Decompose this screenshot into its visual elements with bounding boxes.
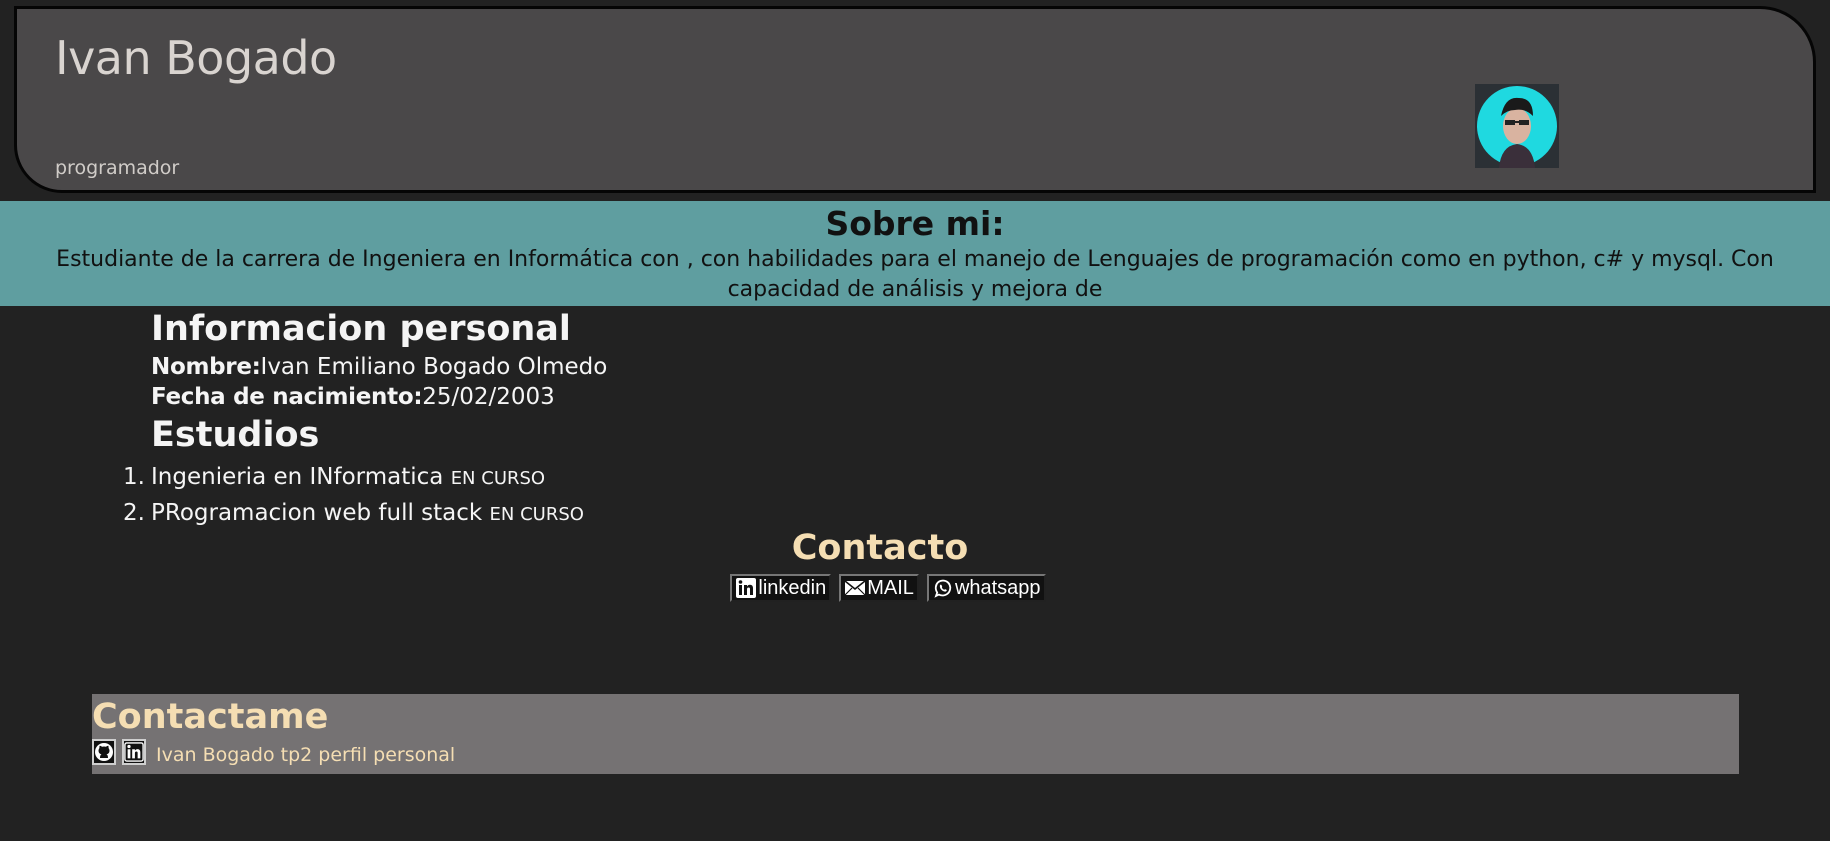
- linkedin-button[interactable]: linkedin: [730, 574, 832, 602]
- whatsapp-button-label: whatsapp: [954, 576, 1041, 599]
- profile-role: programador: [55, 157, 180, 179]
- study-title: PRogramacion web full stack: [151, 500, 483, 526]
- study-status: EN CURSO: [489, 504, 584, 525]
- personal-info-heading: Informacion personal: [151, 309, 571, 349]
- linkedin-icon: [736, 578, 757, 598]
- list-item: 1. Ingenieria en INformatica EN CURSO: [123, 460, 607, 496]
- name-row: Nombre:Ivan Emiliano Bogado Olmedo: [151, 352, 607, 382]
- name-label: Nombre:: [151, 354, 261, 380]
- linkedin-link[interactable]: [122, 739, 146, 765]
- linkedin-button-label: linkedin: [758, 576, 827, 599]
- footer-links: Ivan Bogado tp2 perfil personal: [92, 738, 1739, 766]
- linkedin-icon: [124, 742, 144, 762]
- footer: Contactame Ivan Bogado tp2 perfil person…: [92, 694, 1739, 774]
- whatsapp-icon: [934, 579, 952, 598]
- profile-name: Ivan Bogado: [55, 31, 337, 85]
- footer-heading: Contactame: [92, 697, 329, 737]
- contact-heading: Contacto: [791, 528, 969, 568]
- birth-row: Fecha de nacimiento:25/02/2003: [151, 382, 607, 412]
- about-title: Sobre mi:: [825, 204, 1005, 243]
- profile-header: Ivan Bogado programador: [14, 6, 1816, 193]
- personal-info-section: Informacion personal Nombre:Ivan Emilian…: [123, 306, 607, 532]
- studies-list: 1. Ingenieria en INformatica EN CURSO 2.…: [123, 460, 607, 532]
- study-title: Ingenieria en INformatica: [151, 464, 444, 490]
- studies-heading: Estudios: [151, 415, 320, 455]
- github-icon: [95, 743, 113, 761]
- about-section: Sobre mi: Estudiante de la carrera de In…: [0, 201, 1830, 306]
- contact-buttons: linkedin MAIL whatsapp: [0, 574, 1760, 602]
- whatsapp-button[interactable]: whatsapp: [926, 574, 1046, 602]
- mail-button-label: MAIL: [867, 576, 914, 599]
- about-text: Estudiante de la carrera de Ingeniera en…: [56, 247, 1774, 302]
- mail-button[interactable]: MAIL: [839, 574, 919, 602]
- footer-text: Ivan Bogado tp2 perfil personal: [156, 744, 456, 766]
- birth-value: 25/02/2003: [422, 384, 555, 410]
- avatar-photo: [1475, 84, 1559, 168]
- study-status: EN CURSO: [450, 468, 546, 489]
- avatar: [1475, 84, 1559, 168]
- birth-label: Fecha de nacimiento:: [151, 384, 423, 410]
- contact-section: Contacto linkedin MAIL whatsapp: [0, 524, 1760, 602]
- name-value: Ivan Emiliano Bogado Olmedo: [260, 354, 608, 380]
- github-link[interactable]: [92, 739, 116, 765]
- list-item-number: 1.: [123, 464, 145, 490]
- mail-icon: [844, 580, 866, 596]
